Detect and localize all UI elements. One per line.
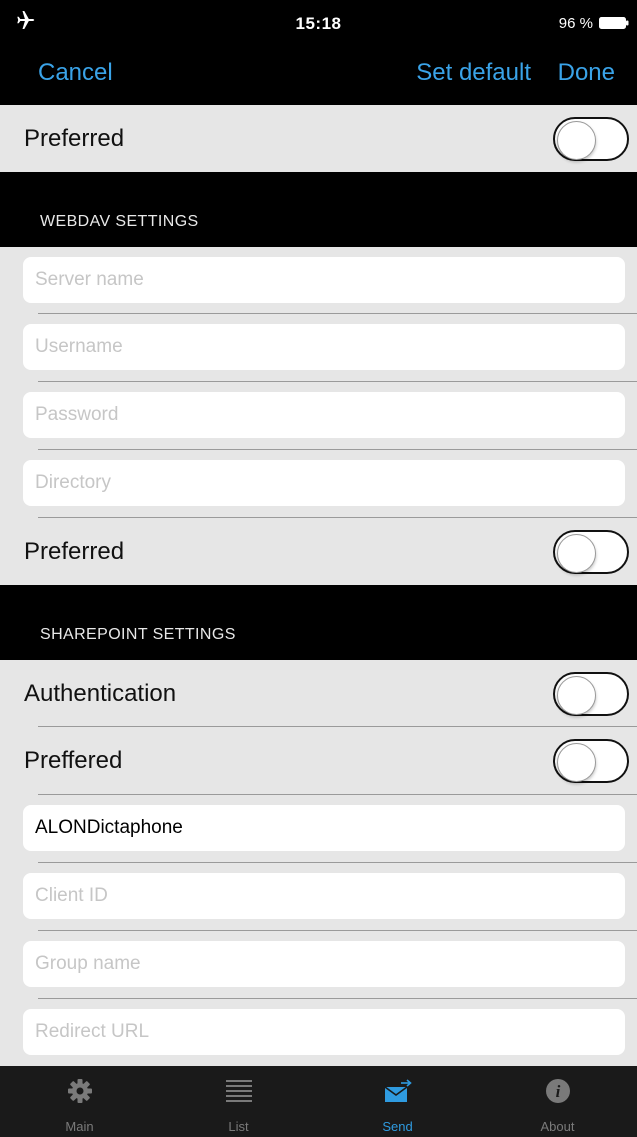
webdav-preferred-toggle[interactable] [553,529,629,574]
tab-main[interactable]: Main [0,1066,159,1137]
toggle-knob [557,743,596,782]
directory-row: Directory [0,450,637,518]
webdav-header-label: WEBDAV SETTINGS [40,213,199,230]
screen: 15:18 96 % Cancel Set default Done Prefe… [0,0,637,1137]
password-row: Password [0,382,637,450]
app-name-field[interactable]: ALONDictaphone [23,805,625,851]
sharepoint-preffered-label: Preffered [24,747,123,774]
authentication-toggle[interactable] [553,671,629,716]
toggle-knob [557,120,596,160]
authentication-row: Authentication [0,660,637,727]
authentication-label: Authentication [24,679,177,707]
directory-field[interactable]: Directory [23,460,625,506]
sharepoint-preffered-toggle[interactable] [553,739,629,783]
username-field[interactable]: Username [23,324,625,370]
server-name-row: Server name [0,247,637,314]
battery-icon [599,17,629,29]
client-id-field[interactable]: Client ID [23,873,625,919]
tab-list[interactable]: List [159,1066,318,1137]
tab-send-label: Send [382,1119,413,1134]
redirect-url-row: Redirect URL [0,999,637,1066]
svg-text:i: i [555,1082,560,1101]
done-button[interactable]: Done [558,59,615,87]
toggle-knob [557,533,596,573]
tab-main-label: Main [65,1119,94,1134]
redirect-url-field[interactable]: Redirect URL [23,1009,625,1055]
status-time: 15:18 [295,14,342,33]
webdav-preferred-label: Preferred [24,537,125,565]
navigation-bar: Cancel Set default Done [0,40,637,105]
app-name-row: ALONDictaphone [0,795,637,863]
set-default-button[interactable]: Set default [416,59,531,87]
tab-bar: Main List Send i About [0,1066,637,1137]
tab-send[interactable]: Send [318,1066,477,1137]
preferred-label: Preferred [24,124,125,152]
tab-list-label: List [228,1119,249,1134]
toggle-knob [557,675,596,715]
preferred-toggle[interactable] [553,116,629,161]
battery-percentage: 96 % [558,15,593,32]
info-icon: i [545,1079,570,1103]
group-name-field[interactable]: Group name [23,941,625,987]
tab-about-label: About [540,1119,575,1134]
preferred-row: Preferred [0,105,637,172]
sharepoint-section-header: SHAREPOINT SETTINGS [0,585,637,660]
sharepoint-header-label: SHAREPOINT SETTINGS [40,626,236,643]
webdav-section-header: WEBDAV SETTINGS [0,172,637,247]
server-name-field[interactable]: Server name [23,257,625,303]
status-bar: 15:18 96 % [0,0,637,40]
send-mail-icon [384,1079,412,1102]
username-row: Username [0,314,637,382]
cancel-button[interactable]: Cancel [38,59,113,87]
list-icon [225,1080,252,1102]
group-name-row: Group name [0,931,637,999]
webdav-preferred-row: Preferred [0,518,637,585]
sharepoint-preffered-row: Preffered [0,727,637,795]
client-id-row: Client ID [0,863,637,931]
gear-icon [67,1079,92,1103]
password-field[interactable]: Password [23,392,625,438]
tab-about[interactable]: i About [478,1066,637,1137]
